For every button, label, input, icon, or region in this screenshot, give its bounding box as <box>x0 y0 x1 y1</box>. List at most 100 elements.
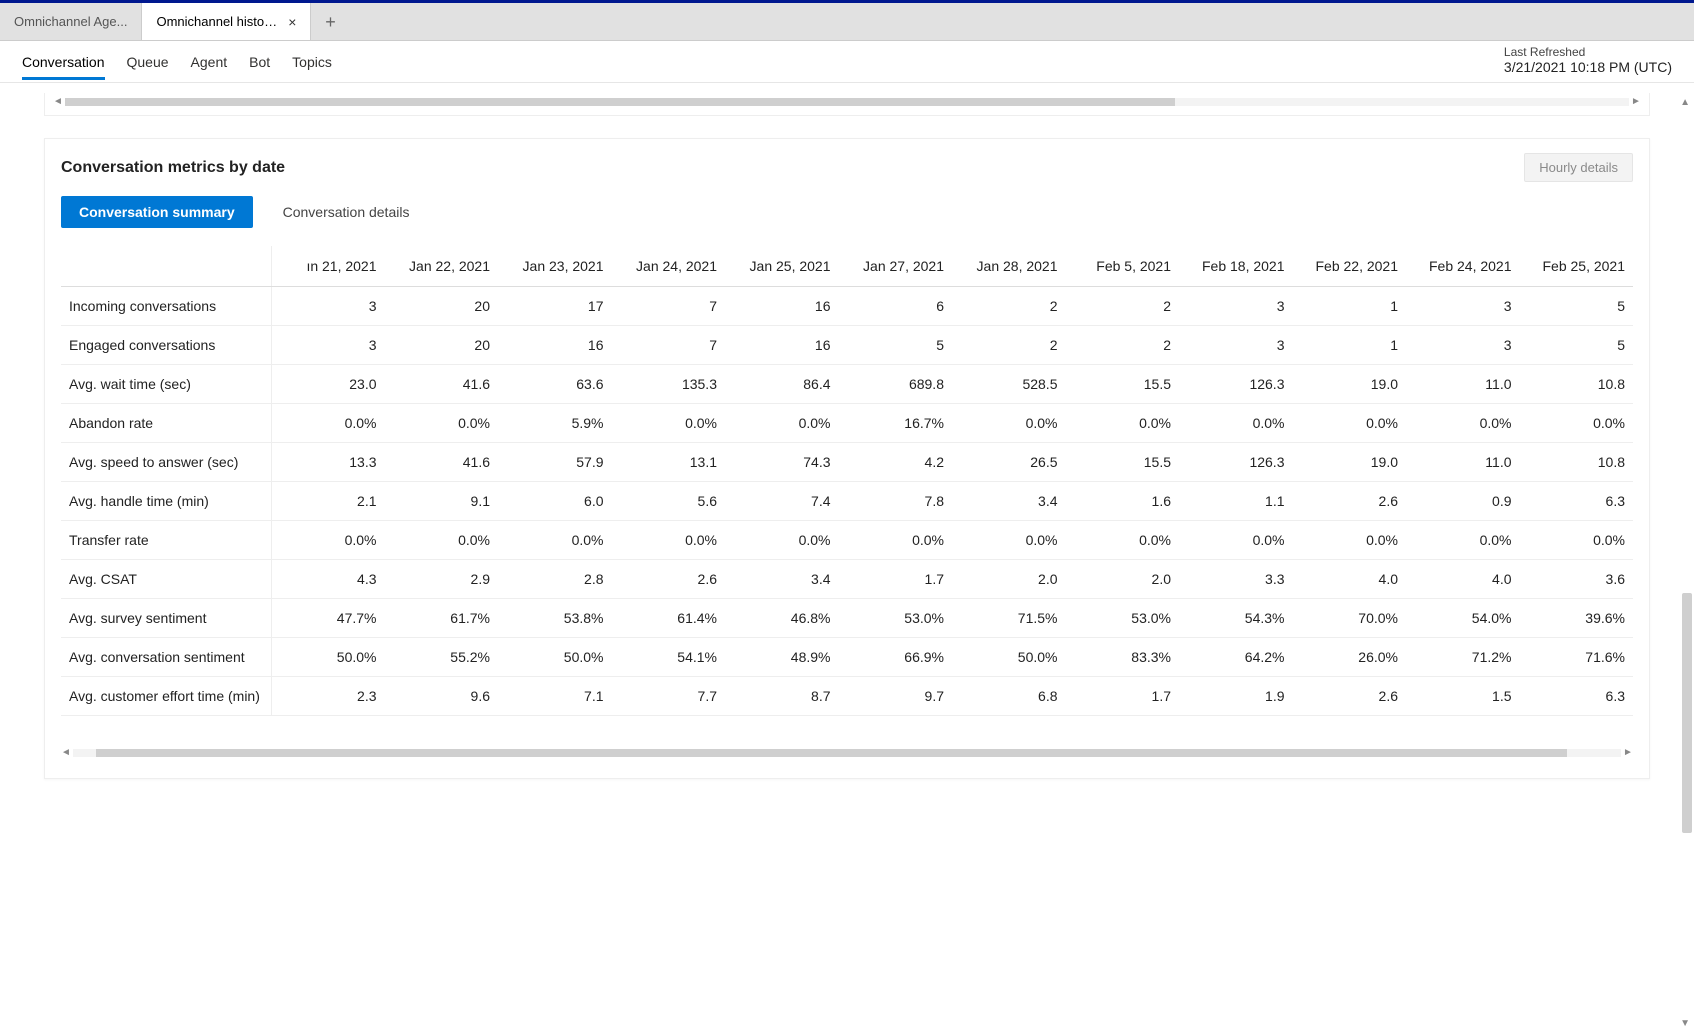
tab-omnichannel-historical[interactable]: Omnichannel historical an... × <box>141 3 311 40</box>
report-nav-bar: Conversation Queue Agent Bot Topics Last… <box>0 41 1694 83</box>
scroll-track[interactable] <box>73 749 1621 757</box>
horizontal-scrollbar[interactable]: ◄ ► <box>53 95 1641 109</box>
metrics-table: ın 21, 2021Jan 22, 2021Jan 23, 2021Jan 2… <box>61 246 1633 716</box>
metric-value: 6.8 <box>952 677 1066 716</box>
table-column-header[interactable]: Feb 24, 2021 <box>1406 246 1520 287</box>
metric-value: 50.0% <box>498 638 612 677</box>
metrics-table-wrap: ın 21, 2021Jan 22, 2021Jan 23, 2021Jan 2… <box>61 246 1633 716</box>
pill-conversation-summary[interactable]: Conversation summary <box>61 196 253 228</box>
metric-value: 55.2% <box>385 638 499 677</box>
metric-value: 1 <box>1293 326 1407 365</box>
hourly-details-button[interactable]: Hourly details <box>1524 153 1633 182</box>
metric-label: Avg. customer effort time (min) <box>61 677 271 716</box>
metric-label: Avg. wait time (sec) <box>61 365 271 404</box>
table-column-header[interactable]: Jan 22, 2021 <box>385 246 499 287</box>
table-column-header[interactable]: ın 21, 2021 <box>271 246 385 287</box>
metric-value: 10.8 <box>1520 365 1634 404</box>
table-column-header[interactable]: Jan 27, 2021 <box>839 246 953 287</box>
table-column-header[interactable]: Feb 22, 2021 <box>1293 246 1407 287</box>
metric-value: 20 <box>385 287 499 326</box>
metric-value: 0.0% <box>498 521 612 560</box>
nav-conversation[interactable]: Conversation <box>22 44 105 80</box>
metric-value: 0.0% <box>385 404 499 443</box>
table-row: Incoming conversations320177166223135 <box>61 287 1633 326</box>
scroll-up-icon[interactable]: ▲ <box>1680 97 1690 108</box>
metric-value: 2.1 <box>271 482 385 521</box>
metric-value: 0.0% <box>952 404 1066 443</box>
metric-value: 7 <box>612 326 726 365</box>
vertical-scroll-thumb[interactable] <box>1682 593 1692 833</box>
metric-value: 4.0 <box>1293 560 1407 599</box>
metric-value: 0.0% <box>1179 521 1293 560</box>
metric-label: Transfer rate <box>61 521 271 560</box>
metric-value: 3 <box>271 326 385 365</box>
metric-value: 3 <box>271 287 385 326</box>
table-column-header[interactable]: Jan 23, 2021 <box>498 246 612 287</box>
metric-value: 66.9% <box>839 638 953 677</box>
metric-value: 23.0 <box>271 365 385 404</box>
metric-value: 1.5 <box>1406 677 1520 716</box>
metric-value: 1 <box>1293 287 1407 326</box>
nav-agent[interactable]: Agent <box>191 44 228 80</box>
nav-queue[interactable]: Queue <box>127 44 169 80</box>
metric-value: 15.5 <box>1066 443 1180 482</box>
scroll-right-icon[interactable]: ► <box>1631 97 1641 107</box>
metric-value: 61.7% <box>385 599 499 638</box>
close-icon[interactable]: × <box>288 15 296 29</box>
metric-label: Avg. survey sentiment <box>61 599 271 638</box>
metric-value: 3 <box>1179 287 1293 326</box>
metric-value: 689.8 <box>839 365 953 404</box>
metric-value: 7.1 <box>498 677 612 716</box>
metric-value: 0.0% <box>1520 404 1634 443</box>
metric-value: 0.0% <box>271 521 385 560</box>
table-row: Abandon rate0.0%0.0%5.9%0.0%0.0%16.7%0.0… <box>61 404 1633 443</box>
metric-label: Avg. conversation sentiment <box>61 638 271 677</box>
scroll-left-icon[interactable]: ◄ <box>61 748 71 758</box>
add-tab-button[interactable]: + <box>311 3 349 41</box>
table-column-header[interactable]: Feb 25, 2021 <box>1520 246 1634 287</box>
table-column-header[interactable]: Jan 24, 2021 <box>612 246 726 287</box>
metric-value: 5 <box>839 326 953 365</box>
metric-label: Avg. handle time (min) <box>61 482 271 521</box>
scroll-thumb[interactable] <box>96 749 1567 757</box>
metric-value: 2.6 <box>1293 677 1407 716</box>
table-column-header[interactable]: Feb 5, 2021 <box>1066 246 1180 287</box>
table-column-header[interactable]: Jan 25, 2021 <box>725 246 839 287</box>
tab-omnichannel-agent[interactable]: Omnichannel Age... <box>0 3 141 40</box>
metric-value: 0.0% <box>952 521 1066 560</box>
scroll-left-icon[interactable]: ◄ <box>53 97 63 107</box>
nav-topics[interactable]: Topics <box>292 44 332 80</box>
metric-value: 13.1 <box>612 443 726 482</box>
metric-value: 41.6 <box>385 365 499 404</box>
metric-value: 3.6 <box>1520 560 1634 599</box>
scroll-down-icon[interactable]: ▼ <box>1680 1018 1690 1029</box>
metric-label: Abandon rate <box>61 404 271 443</box>
metric-value: 4.0 <box>1406 560 1520 599</box>
metric-value: 5.6 <box>612 482 726 521</box>
view-pill-row: Conversation summary Conversation detail… <box>45 196 1649 238</box>
nav-bot[interactable]: Bot <box>249 44 270 80</box>
metric-value: 19.0 <box>1293 365 1407 404</box>
metric-value: 57.9 <box>498 443 612 482</box>
table-row: Avg. handle time (min)2.19.16.05.67.47.8… <box>61 482 1633 521</box>
metric-value: 2.3 <box>271 677 385 716</box>
scroll-thumb[interactable] <box>65 98 1175 106</box>
metric-value: 0.0% <box>1293 521 1407 560</box>
metric-value: 46.8% <box>725 599 839 638</box>
table-column-header[interactable]: Feb 18, 2021 <box>1179 246 1293 287</box>
report-body: ▲ ◄ ► Conversation metrics by date Hourl… <box>0 93 1694 1033</box>
pill-conversation-details[interactable]: Conversation details <box>265 196 428 228</box>
table-column-header[interactable]: Jan 28, 2021 <box>952 246 1066 287</box>
metric-value: 1.7 <box>1066 677 1180 716</box>
metric-value: 2.0 <box>952 560 1066 599</box>
metric-value: 2 <box>952 326 1066 365</box>
table-row: Avg. conversation sentiment50.0%55.2%50.… <box>61 638 1633 677</box>
table-horizontal-scrollbar[interactable]: ◄ ► <box>61 746 1633 760</box>
scroll-track[interactable] <box>65 98 1629 106</box>
scroll-right-icon[interactable]: ► <box>1623 748 1633 758</box>
metric-value: 0.0% <box>725 521 839 560</box>
metric-value: 3 <box>1406 287 1520 326</box>
metric-value: 26.0% <box>1293 638 1407 677</box>
metric-label: Incoming conversations <box>61 287 271 326</box>
metric-value: 71.6% <box>1520 638 1634 677</box>
